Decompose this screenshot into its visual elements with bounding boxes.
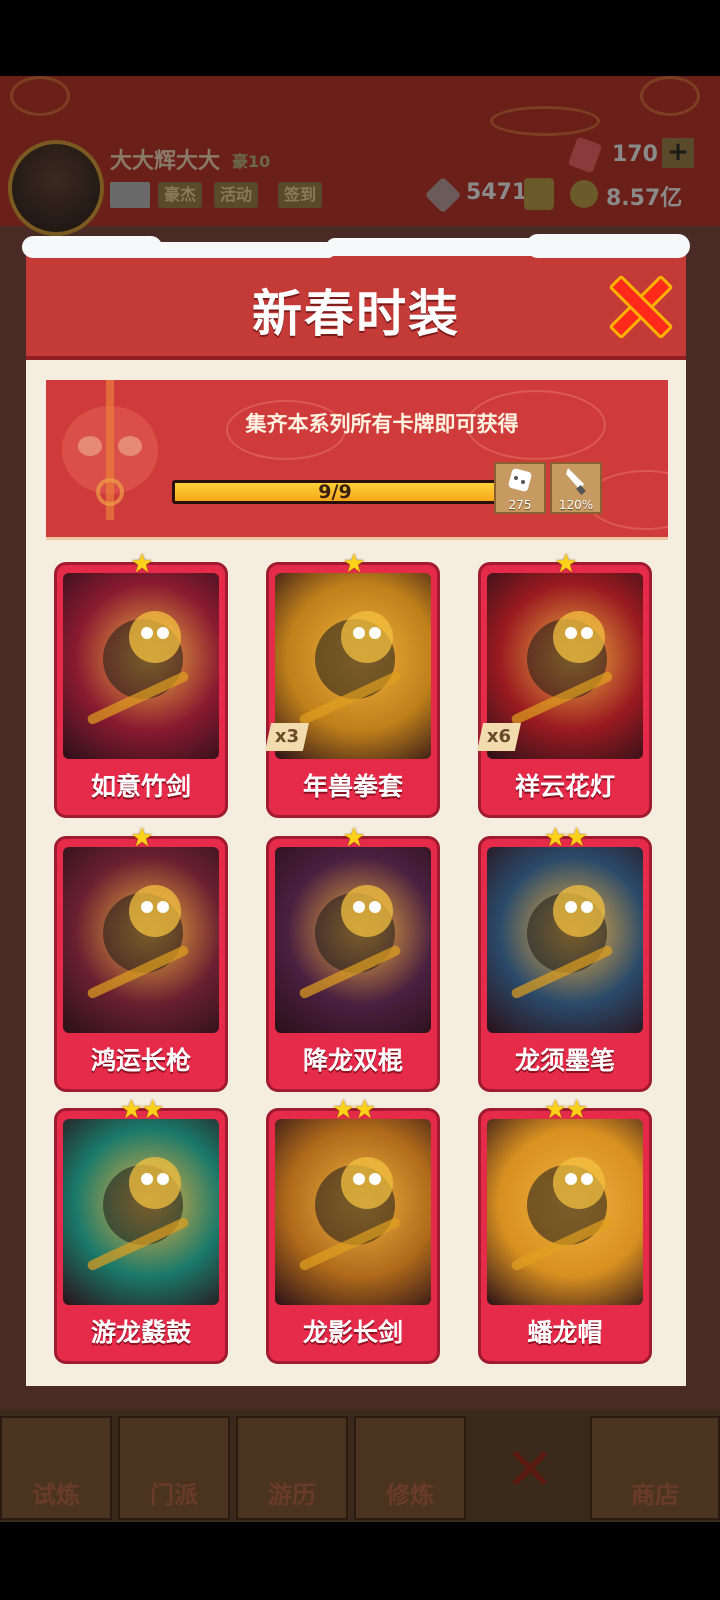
nav-bar-system <box>0 1522 720 1600</box>
mail-icon[interactable] <box>110 182 150 208</box>
gold-coin-icon <box>570 180 598 208</box>
nav-sect[interactable]: 门派 <box>118 1416 230 1520</box>
collection-banner: 集齐本系列所有卡牌即可获得 9/9 275 120% <box>46 380 668 540</box>
duplicate-count-badge: x6 <box>477 723 521 751</box>
card-name: 鸿运长枪 <box>90 1046 191 1075</box>
snow-decoration <box>136 242 336 258</box>
costume-card[interactable]: ★★ 龙影长剑 <box>266 1097 440 1364</box>
player-name: 大大辉大大 <box>110 149 221 174</box>
star-rating: ★★ <box>119 1095 165 1125</box>
star-rating: ★ <box>554 549 577 579</box>
card-name: 降龙双棍 <box>302 1046 403 1075</box>
star-rating: ★ <box>130 549 153 579</box>
heroes-button[interactable]: 豪杰 <box>158 182 203 208</box>
modal-header: 新春时装 <box>22 234 690 360</box>
card-name: 龙须墨笔 <box>514 1046 615 1075</box>
nav-close-icon[interactable]: ✕ <box>500 1440 560 1500</box>
banner-text: 集齐本系列所有卡牌即可获得 <box>245 412 519 436</box>
nav-label: 商店 <box>631 1481 679 1509</box>
card-art <box>63 573 219 759</box>
card-art <box>63 1119 219 1305</box>
star-rating: ★ <box>130 823 153 853</box>
reward-dice[interactable]: 275 <box>494 462 546 514</box>
nav-trial[interactable]: 试炼 <box>0 1416 112 1520</box>
card-name: 龙影长剑 <box>302 1318 403 1347</box>
card-name: 蟠龙帽 <box>527 1318 603 1347</box>
costume-card[interactable]: ★★ 龙须墨笔 <box>478 825 652 1092</box>
duplicate-count-badge: x3 <box>265 723 309 751</box>
player-rank: 豪10 <box>232 152 271 171</box>
star-rating: ★★ <box>331 1095 377 1125</box>
close-icon[interactable] <box>606 274 666 334</box>
snow-decoration <box>326 238 546 256</box>
nav-label: 游历 <box>268 1481 316 1509</box>
costume-card[interactable]: ★★ 游龙鼗鼓 <box>54 1097 228 1364</box>
nav-label: 修炼 <box>386 1481 434 1509</box>
card-art <box>275 1119 431 1305</box>
activity-button[interactable]: 活动 <box>214 182 259 208</box>
gold-count: 8.57亿 <box>606 186 683 211</box>
nav-cultivate[interactable]: 修炼 <box>354 1416 466 1520</box>
card-name: 如意竹剑 <box>90 772 191 801</box>
costume-card[interactable]: ★★ 蟠龙帽 <box>478 1097 652 1364</box>
costume-card[interactable]: ★ 鸿运长枪 <box>54 825 228 1092</box>
checkin-button[interactable]: 签到 <box>278 182 323 208</box>
collection-progress-bar: 9/9 <box>172 480 498 504</box>
card-art <box>487 847 643 1033</box>
reward-value: 275 <box>508 498 532 512</box>
star-rating: ★ <box>342 549 365 579</box>
star-rating: ★ <box>342 823 365 853</box>
costume-card[interactable]: ★ x3 年兽拳套 <box>265 551 440 818</box>
card-name: 年兽拳套 <box>302 772 403 801</box>
sword-mask-art <box>62 380 158 520</box>
star-rating: ★★ <box>543 1095 589 1125</box>
reward-blade[interactable]: 120% <box>550 462 602 514</box>
card-name: 祥云花灯 <box>514 772 615 801</box>
modal-title: 新春时装 <box>252 285 460 343</box>
costume-card[interactable]: ★ x6 祥云花灯 <box>477 551 652 818</box>
status-bar <box>0 0 720 76</box>
gems-count: 170 <box>612 142 658 167</box>
nav-travel[interactable]: 游历 <box>236 1416 348 1520</box>
costume-modal: 新春时装 集齐本系列所有卡牌即可获得 9/9 275 120% ★ 如意竹剑 ★… <box>22 234 690 1386</box>
costume-card[interactable]: ★ 如意竹剑 <box>54 551 228 818</box>
star-rating: ★★ <box>543 823 589 853</box>
card-art <box>63 847 219 1033</box>
nav-label: 门派 <box>150 1481 198 1509</box>
alert-icon[interactable] <box>524 178 554 210</box>
costume-card[interactable]: ★ 降龙双棍 <box>266 825 440 1092</box>
reward-value: 120% <box>558 498 594 512</box>
card-name: 游龙鼗鼓 <box>90 1318 191 1347</box>
card-art <box>487 1119 643 1305</box>
nav-shop[interactable]: 商店 <box>590 1416 720 1520</box>
blade-icon <box>566 468 586 495</box>
player-avatar[interactable] <box>8 140 104 236</box>
tokens-count: 5471 <box>466 180 528 205</box>
progress-text: 9/9 <box>318 481 352 503</box>
nav-label: 试炼 <box>32 1481 80 1509</box>
snow-decoration <box>526 234 690 258</box>
dice-icon <box>508 468 532 492</box>
card-art <box>275 847 431 1033</box>
add-gems-button[interactable]: + <box>662 138 694 168</box>
